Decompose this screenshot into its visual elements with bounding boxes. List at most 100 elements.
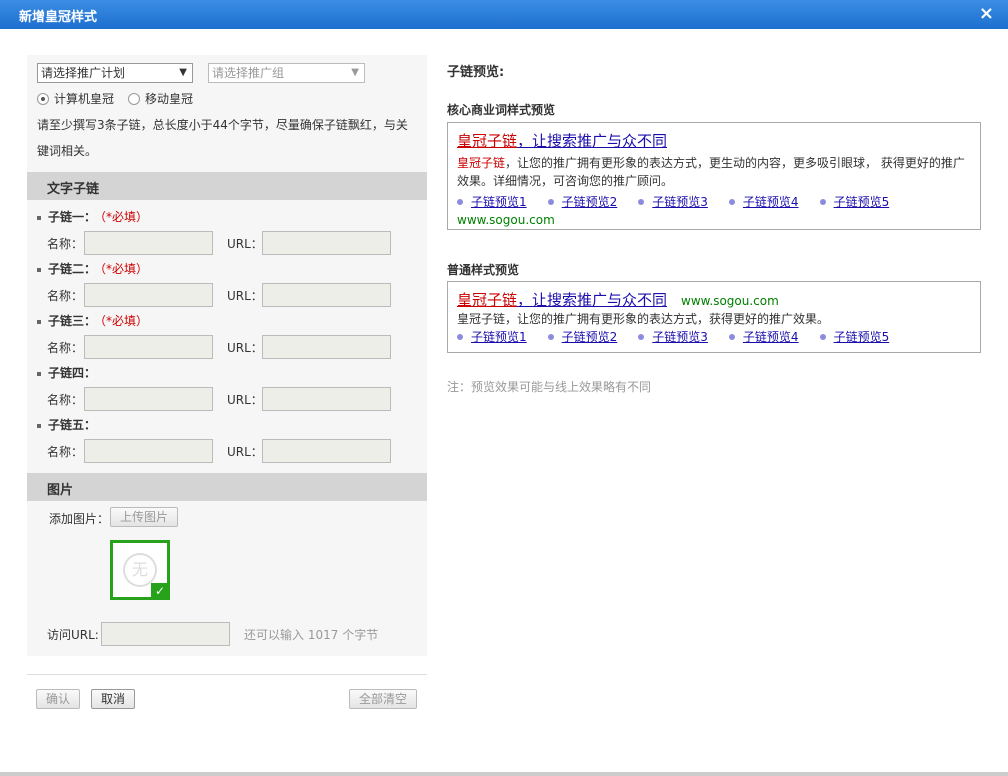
chain-preview-link[interactable]: 子链预览1: [471, 193, 527, 210]
normal-preview-links: 子链预览1 子链预览2 子链预览3 子链预览4 子链预览5: [457, 328, 971, 345]
chain-4-url-input[interactable]: [262, 387, 391, 411]
close-icon[interactable]: ×: [979, 3, 994, 24]
radio-pc-label: 计算机皇冠: [54, 92, 115, 106]
core-preview-heading: 核心商业词样式预览: [447, 103, 556, 117]
chain-2-url-input[interactable]: [262, 283, 391, 307]
radio-unchecked-icon: [128, 92, 140, 105]
name-label: 名称：: [47, 341, 84, 355]
radio-checked-icon: [37, 92, 49, 105]
chain-2-name-input[interactable]: [84, 283, 213, 307]
cancel-button[interactable]: 取消: [91, 689, 135, 709]
clear-all-button[interactable]: 全部清空: [349, 689, 417, 709]
title-highlight: 皇冠子链: [457, 291, 518, 309]
chain-preview-link[interactable]: 子链预览4: [743, 328, 799, 345]
chain-preview-link[interactable]: 子链预览3: [652, 193, 708, 210]
chevron-down-icon: ▼: [179, 67, 187, 78]
chain-1-url-input[interactable]: [262, 231, 391, 255]
chain-preview-link[interactable]: 子链预览1: [471, 328, 527, 345]
chain-3-title: 子链三： （*必填）: [37, 312, 148, 329]
normal-preview-heading: 普通样式预览: [447, 263, 520, 277]
image-thumbnail[interactable]: 无 ✓: [110, 540, 170, 600]
list-item: 子链预览3: [638, 328, 708, 345]
normal-preview-desc: 皇冠子链，让您的推广拥有更形象的表达方式，获得更好的推广效果。: [457, 312, 830, 326]
list-item: 子链预览1: [457, 193, 527, 210]
chain-4-name-input[interactable]: [84, 387, 213, 411]
confirm-button[interactable]: 确认: [36, 689, 80, 709]
chain-preview-link[interactable]: 子链预览5: [834, 328, 890, 345]
visit-url-label: 访问URL:: [47, 628, 99, 642]
checkmark-icon: ✓: [151, 583, 169, 599]
bullet-icon: [37, 267, 41, 272]
list-item: 子链预览3: [638, 193, 708, 210]
chevron-down-icon: ▼: [351, 67, 359, 78]
normal-style-preview: 皇冠子链，让搜索推广与众不同 www.sogou.com 皇冠子链，让您的推广拥有…: [447, 281, 981, 353]
list-item: 子链预览4: [728, 328, 799, 345]
chain-3-label: 子链三：: [48, 314, 97, 328]
chain-2-label: 子链二：: [48, 262, 97, 276]
preview-note: 注：预览效果可能与线上效果略有不同: [447, 380, 652, 394]
chain-5-label: 子链五：: [48, 418, 97, 432]
group-select[interactable]: 请选择推广组 ▼: [208, 63, 365, 83]
plan-select[interactable]: 请选择推广计划 ▼: [37, 63, 193, 83]
name-label: 名称：: [47, 393, 84, 407]
bullet-icon: [457, 198, 463, 205]
bottom-border: [0, 772, 1008, 776]
image-section-header: 图片: [27, 473, 427, 501]
url-label: URL：: [227, 445, 263, 459]
url-label: URL：: [227, 341, 263, 355]
radio-mobile-crown[interactable]: 移动皇冠: [128, 90, 193, 107]
list-item: 子链预览4: [728, 193, 799, 210]
chain-preview-link[interactable]: 子链预览4: [743, 193, 799, 210]
radio-pc-crown[interactable]: 计算机皇冠: [37, 90, 114, 107]
chain-preview-link[interactable]: 子链预览2: [562, 193, 618, 210]
form-panel: 请选择推广计划 ▼ 请选择推广组 ▼ 计算机皇冠 移动皇冠 请至少撰写3条子链，…: [27, 55, 427, 656]
name-label: 名称：: [47, 445, 84, 459]
normal-preview-title[interactable]: 皇冠子链，让搜索推广与众不同 www.sogou.com: [457, 289, 971, 310]
core-preview-links: 子链预览1 子链预览2 子链预览3 子链预览4 子链预览5: [457, 193, 971, 210]
desc-highlight: 皇冠子链: [457, 156, 506, 170]
visit-url-input[interactable]: [101, 622, 230, 646]
bullet-icon: [37, 423, 41, 428]
bullet-icon: [37, 371, 41, 376]
chain-3-name-input[interactable]: [84, 335, 213, 359]
title-highlight: 皇冠子链: [457, 132, 518, 150]
chain-3-url-input[interactable]: [262, 335, 391, 359]
chain-5-url-input[interactable]: [262, 439, 391, 463]
list-item: 子链预览1: [457, 328, 527, 345]
text-chain-section-title: 文字子链: [47, 182, 100, 197]
chain-preview-link[interactable]: 子链预览3: [652, 328, 708, 345]
chain-preview-link[interactable]: 子链预览2: [562, 328, 618, 345]
bullet-icon: [638, 333, 645, 340]
dialog-titlebar: 新增皇冠样式 ×: [0, 0, 1008, 29]
radio-mobile-label: 移动皇冠: [145, 92, 194, 106]
hint-text: 请至少撰写3条子链，总长度小于44个字节，尽量确保子链飘红，与关键词相关。: [37, 118, 408, 158]
bullet-icon: [819, 198, 826, 205]
chain-4-title: 子链四：: [37, 364, 96, 381]
name-label: 名称：: [47, 289, 84, 303]
chain-2-title: 子链二： （*必填）: [37, 260, 148, 277]
no-image-icon: 无: [123, 553, 157, 587]
preview-heading: 子链预览:: [447, 65, 505, 80]
chain-preview-link[interactable]: 子链预览5: [834, 193, 890, 210]
core-style-preview: 皇冠子链，让搜索推广与众不同 皇冠子链，让您的推广拥有更形象的表达方式，更生动的…: [447, 122, 981, 230]
bullet-icon: [728, 198, 735, 205]
bullet-icon: [638, 198, 645, 205]
chain-5-title: 子链五：: [37, 416, 96, 433]
bullet-icon: [819, 333, 826, 340]
core-preview-url: www.sogou.com: [457, 213, 555, 227]
core-preview-title[interactable]: 皇冠子链，让搜索推广与众不同: [457, 130, 971, 151]
core-preview-desc: 皇冠子链，让您的推广拥有更形象的表达方式，更生动的内容，更多吸引眼球， 获得更好…: [457, 154, 971, 190]
bullet-icon: [37, 215, 41, 220]
add-image-label: 添加图片：: [49, 512, 110, 526]
list-item: 子链预览5: [819, 328, 890, 345]
chain-5-name-input[interactable]: [84, 439, 213, 463]
chain-1-label: 子链一：: [48, 210, 97, 224]
upload-image-button[interactable]: 上传图片: [110, 507, 178, 527]
chain-1-title: 子链一： （*必填）: [37, 208, 148, 225]
chain-1-name-input[interactable]: [84, 231, 213, 255]
desc-rest: ，让您的推广拥有更形象的表达方式，更生动的内容，更多吸引眼球， 获得更好的推广效…: [457, 156, 965, 188]
url-label: URL：: [227, 393, 263, 407]
text-chain-section-header: 文字子链: [27, 172, 427, 200]
remaining-count: 1017: [307, 628, 339, 642]
bullet-icon: [457, 333, 463, 340]
